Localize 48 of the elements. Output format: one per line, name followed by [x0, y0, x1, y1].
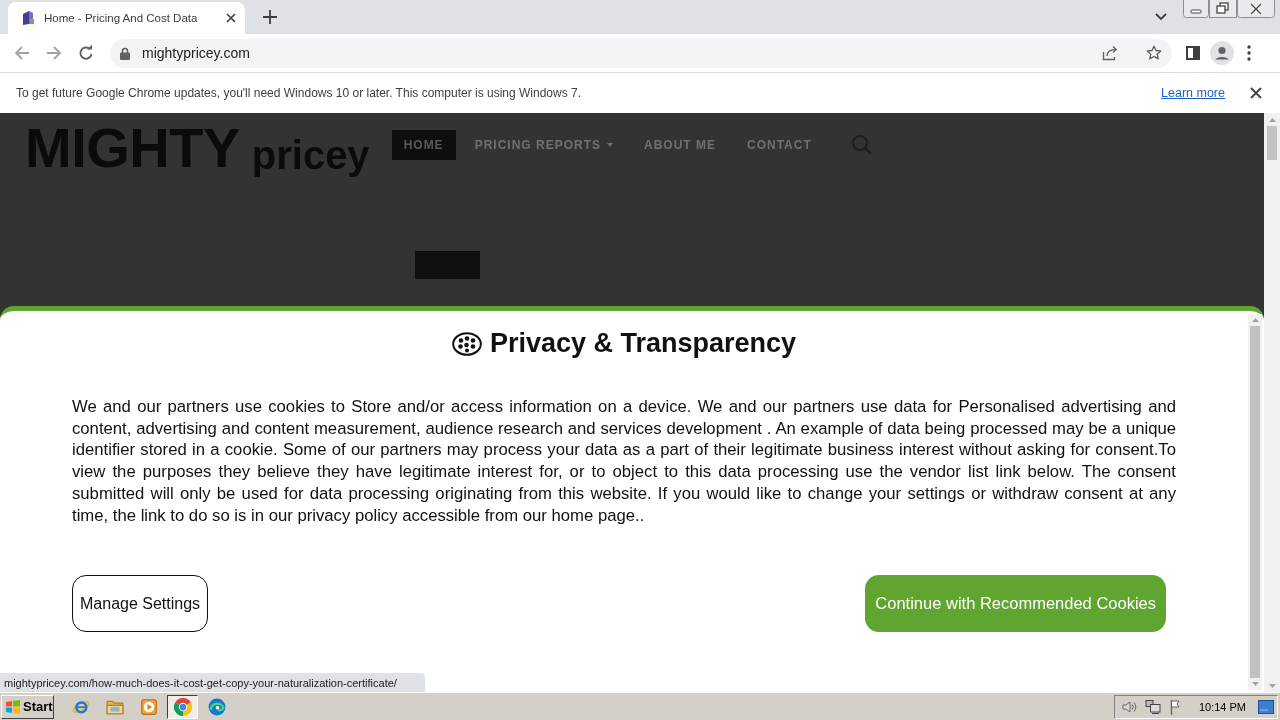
close-icon[interactable] — [1250, 87, 1262, 99]
minimize-icon[interactable] — [1183, 0, 1209, 18]
flag-logo-icon — [5, 698, 21, 715]
scroll-down-arrow-icon[interactable] — [1251, 682, 1259, 686]
lock-icon — [120, 46, 130, 60]
desktop-icon[interactable] — [1258, 699, 1274, 714]
play-icon — [139, 697, 158, 716]
back-arrow-icon[interactable] — [14, 45, 30, 61]
share-icon[interactable] — [1102, 45, 1118, 61]
plus-icon[interactable] — [263, 10, 277, 24]
page-scrollbar[interactable] — [1264, 113, 1280, 692]
accept-button[interactable]: Continue with Recommended Cookies — [865, 575, 1166, 633]
menu-icon[interactable] — [1247, 45, 1251, 61]
cookie-icon — [451, 331, 482, 356]
close-icon[interactable] — [1237, 0, 1275, 18]
close-icon[interactable] — [226, 13, 236, 23]
start-button[interactable]: Start — [1, 694, 54, 719]
network-icon[interactable] — [1144, 698, 1161, 715]
scroll-up-arrow-icon[interactable] — [1268, 118, 1276, 122]
taskbar-button[interactable] — [167, 694, 198, 719]
consent-text: We and our partners use cookies to Store and/or access information on a device. We and our partners use data for Personalised advertising and content, advertising and content measurement, audience research and services development . An example of data being processed may be a unique identifier stored in a cookie. Some of our partners may process your data as a part of their legitimate business interest without asking for consent.To view the purposes they believe they have legitimate interest for, or to object to this data processing use the vendor list link below. The consent submitted will only be used for data processing originating from this website. If you would like to change your settings or withdraw consent at any time, the link to do so is in our privacy policy accessible from our home page.. — [72, 396, 1176, 527]
star-icon[interactable] — [1146, 45, 1162, 61]
browser-tab[interactable]: Home - Pricing And Cost Data — [8, 2, 245, 34]
caret-icon — [607, 143, 613, 147]
browser-logo-icon — [173, 697, 192, 716]
dialog-scrollbar[interactable] — [1248, 314, 1262, 690]
link-status-bubble: mightypricey.com/how-much-does-it-cost-get-copy-your-naturalization-certificate/ — [0, 673, 425, 692]
forward-arrow-icon[interactable] — [46, 45, 62, 61]
update-message: To get future Google Chrome updates, you'll need Windows 10 or later. This computer is using Windows 7. — [16, 86, 583, 100]
dialog-title: Privacy & Transparency — [489, 328, 797, 359]
settings-button[interactable]: Manage Settings — [72, 575, 209, 633]
profile-avatar-icon[interactable] — [1210, 41, 1234, 65]
side-panel-icon[interactable] — [1186, 46, 1200, 60]
scroll-up-arrow-icon[interactable] — [1251, 318, 1259, 322]
scrollbar-thumb[interactable] — [1250, 326, 1260, 678]
speaker-icon[interactable] — [1120, 698, 1137, 715]
scrollbar-thumb[interactable] — [1267, 126, 1277, 160]
wave-logo-icon — [207, 697, 226, 716]
dimmed-tag — [415, 251, 480, 279]
flag-icon[interactable] — [1168, 698, 1183, 715]
page-favicon-icon — [22, 10, 35, 26]
learn-more-link[interactable]: Learn more — [1161, 86, 1225, 100]
clock-time: 10:14 PM — [1198, 700, 1246, 713]
scroll-down-arrow-icon[interactable] — [1268, 684, 1276, 688]
chevron-down-icon[interactable] — [1155, 13, 1167, 21]
restore-icon[interactable] — [1209, 0, 1237, 18]
reload-icon[interactable] — [78, 45, 94, 61]
address-bar[interactable]: mightypricey.com — [110, 38, 1172, 68]
